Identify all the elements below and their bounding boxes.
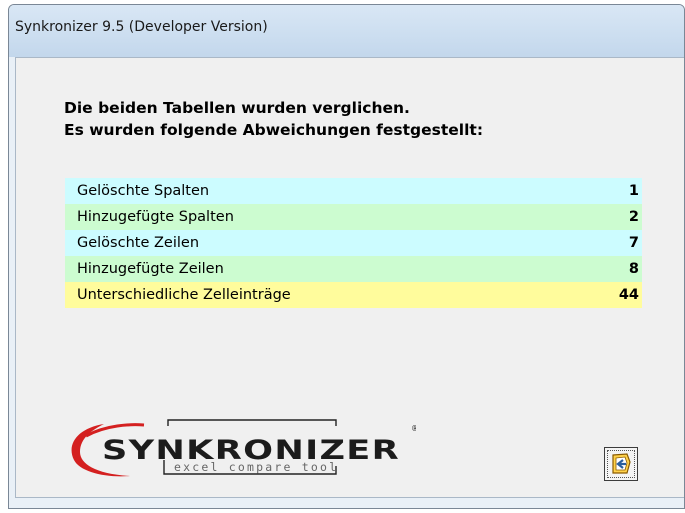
result-count: 44 bbox=[618, 287, 639, 303]
result-row-added-columns: Hinzugefügte Spalten 2 bbox=[65, 204, 642, 230]
result-message-line-2: Es wurden folgende Abweichungen festgest… bbox=[64, 121, 484, 139]
exit-door-icon bbox=[612, 453, 631, 474]
result-row-deleted-columns: Gelöschte Spalten 1 bbox=[65, 178, 642, 204]
result-label: Hinzugefügte Zeilen bbox=[77, 261, 224, 277]
result-row-added-rows: Hinzugefügte Zeilen 8 bbox=[65, 256, 642, 282]
close-button-focus bbox=[607, 450, 635, 478]
result-label: Gelöschte Spalten bbox=[77, 183, 210, 199]
result-count: 2 bbox=[628, 209, 639, 225]
result-count: 7 bbox=[628, 235, 639, 251]
result-label: Gelöschte Zeilen bbox=[77, 235, 200, 251]
result-count: 1 bbox=[628, 183, 639, 199]
result-row-different-cells: Unterschiedliche Zelleinträge 44 bbox=[65, 282, 642, 308]
result-label: Hinzugefügte Spalten bbox=[77, 209, 234, 225]
result-message-line-1: Die beiden Tabellen wurden verglichen. bbox=[64, 99, 410, 117]
svg-text:®: ® bbox=[411, 424, 416, 433]
window-title: Synkronizer 9.5 (Developer Version) bbox=[15, 19, 268, 35]
dialog-window: Synkronizer 9.5 (Developer Version) Die … bbox=[8, 4, 685, 509]
dialog-content: Die beiden Tabellen wurden verglichen. E… bbox=[15, 57, 684, 498]
result-message: Die beiden Tabellen wurden verglichen. E… bbox=[64, 97, 483, 141]
title-bar[interactable]: Synkronizer 9.5 (Developer Version) bbox=[9, 5, 684, 57]
result-row-deleted-rows: Gelöschte Zeilen 7 bbox=[65, 230, 642, 256]
svg-text:excel compare tool: excel compare tool bbox=[174, 460, 338, 474]
results-list: Gelöschte Spalten 1 Hinzugefügte Spalten… bbox=[65, 178, 642, 308]
result-count: 8 bbox=[628, 261, 639, 277]
synkronizer-logo: SYNKRONIZER ® excel compare tool bbox=[71, 419, 416, 477]
close-button[interactable] bbox=[604, 447, 638, 481]
result-label: Unterschiedliche Zelleinträge bbox=[77, 287, 291, 303]
